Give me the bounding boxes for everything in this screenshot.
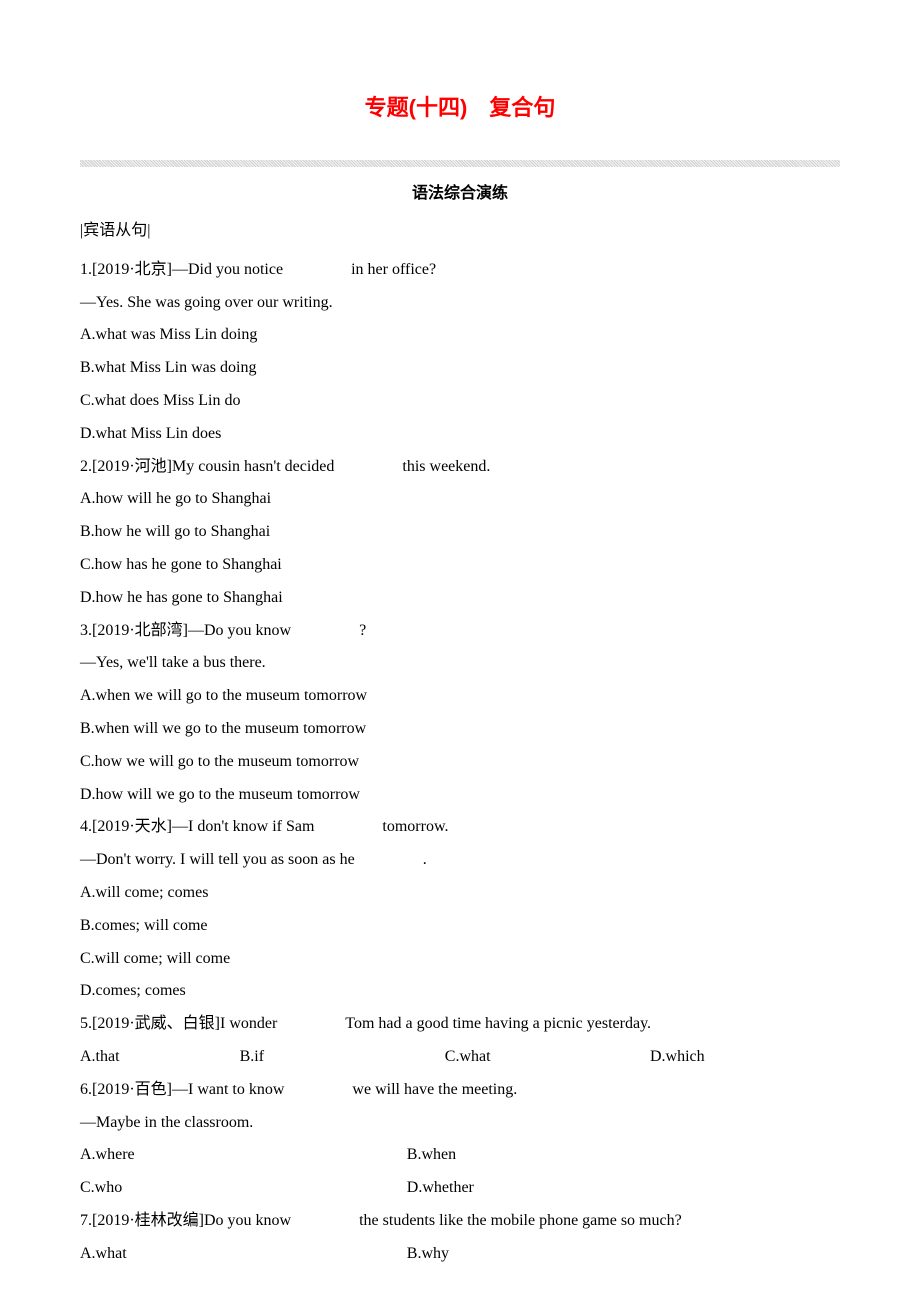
q1-option-c: C.what does Miss Lin do bbox=[80, 385, 840, 418]
q6-option-b: B.when bbox=[407, 1139, 840, 1172]
q7-option-b: B.why bbox=[407, 1238, 840, 1271]
q7-stem: 7.[2019·桂林改编]Do you know the students li… bbox=[80, 1205, 840, 1238]
q6-option-d: D.whether bbox=[407, 1172, 840, 1205]
q5-options: A.that B.if C.what D.which bbox=[80, 1041, 840, 1074]
q1-stem: 1.[2019·北京]—Did you notice in her office… bbox=[80, 254, 840, 287]
q2-option-d: D.how he has gone to Shanghai bbox=[80, 582, 840, 615]
q1-option-b: B.what Miss Lin was doing bbox=[80, 352, 840, 385]
q3-option-a: A.when we will go to the museum tomorrow bbox=[80, 680, 840, 713]
q6-stem: 6.[2019·百色]—I want to know we will have … bbox=[80, 1074, 840, 1107]
subtitle: 语法综合演练 bbox=[80, 179, 840, 203]
q7-option-a: A.what bbox=[80, 1238, 407, 1271]
q7-options-row1: A.what B.why bbox=[80, 1238, 840, 1271]
q1-option-d: D.what Miss Lin does bbox=[80, 418, 840, 451]
q2-option-a: A.how will he go to Shanghai bbox=[80, 483, 840, 516]
q2-option-b: B.how he will go to Shanghai bbox=[80, 516, 840, 549]
q3-stem: 3.[2019·北部湾]—Do you know ? bbox=[80, 615, 840, 648]
q1-response: —Yes. She was going over our writing. bbox=[80, 287, 840, 320]
q5-option-d: D.which bbox=[650, 1041, 840, 1074]
q2-stem: 2.[2019·河池]My cousin hasn't decided this… bbox=[80, 451, 840, 484]
q4-option-d: D.comes; comes bbox=[80, 975, 840, 1008]
q3-option-d: D.how will we go to the museum tomorrow bbox=[80, 779, 840, 812]
q4-stem: 4.[2019·天水]—I don't know if Sam tomorrow… bbox=[80, 811, 840, 844]
q6-options-row2: C.who D.whether bbox=[80, 1172, 840, 1205]
q4-response: —Don't worry. I will tell you as soon as… bbox=[80, 844, 840, 877]
q6-option-c: C.who bbox=[80, 1172, 407, 1205]
q6-option-a: A.where bbox=[80, 1139, 407, 1172]
q5-option-a: A.that bbox=[80, 1041, 240, 1074]
q5-option-b: B.if bbox=[240, 1041, 445, 1074]
q6-options-row1: A.where B.when bbox=[80, 1139, 840, 1172]
q3-option-b: B.when will we go to the museum tomorrow bbox=[80, 713, 840, 746]
q4-option-c: C.will come; will come bbox=[80, 943, 840, 976]
q2-option-c: C.how has he gone to Shanghai bbox=[80, 549, 840, 582]
divider bbox=[80, 160, 840, 167]
section-heading: |宾语从句| bbox=[80, 215, 840, 248]
q1-option-a: A.what was Miss Lin doing bbox=[80, 319, 840, 352]
page-title: 专题(十四) 复合句 bbox=[80, 90, 840, 122]
q6-response: —Maybe in the classroom. bbox=[80, 1107, 840, 1140]
q5-stem: 5.[2019·武威、白银]I wonder Tom had a good ti… bbox=[80, 1008, 840, 1041]
q3-option-c: C.how we will go to the museum tomorrow bbox=[80, 746, 840, 779]
q4-option-a: A.will come; comes bbox=[80, 877, 840, 910]
q4-option-b: B.comes; will come bbox=[80, 910, 840, 943]
q3-response: —Yes, we'll take a bus there. bbox=[80, 647, 840, 680]
q5-option-c: C.what bbox=[445, 1041, 650, 1074]
